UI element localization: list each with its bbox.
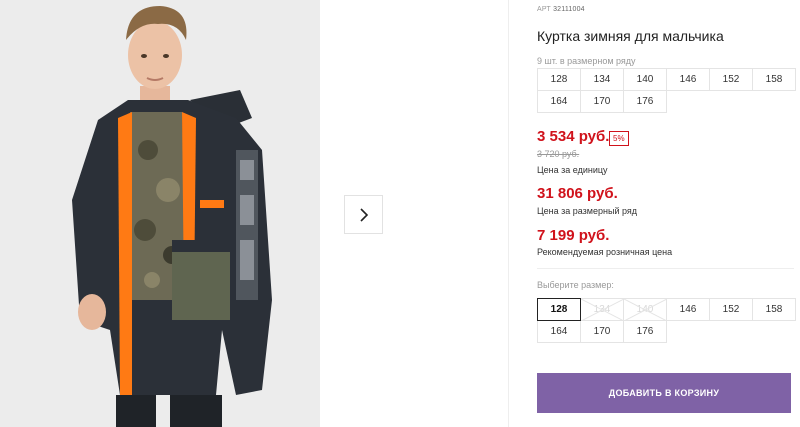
size-option[interactable]: 164 <box>537 320 581 343</box>
size-option[interactable]: 146 <box>666 298 710 321</box>
size-row-cell: 140 <box>623 68 667 91</box>
size-row-cell: 146 <box>666 68 710 91</box>
divider <box>537 268 794 269</box>
size-option[interactable]: 176 <box>623 320 667 343</box>
add-to-cart-button[interactable]: ДОБАВИТЬ В КОРЗИНУ <box>537 373 791 413</box>
size-row-cell: 164 <box>537 90 581 113</box>
article-number: АРТ 32111004 <box>537 6 585 13</box>
panel-divider <box>508 0 509 427</box>
size-picker-label: Выберите размер: <box>537 280 614 290</box>
unit-price: 3 534 руб. <box>537 128 610 145</box>
size-option-selected[interactable]: 128 <box>537 298 581 321</box>
cross-out-mark <box>581 299 624 321</box>
article-value: 32111004 <box>553 6 585 13</box>
discount-badge: 5% <box>609 131 629 146</box>
article-label: АРТ <box>537 6 551 13</box>
cross-out-mark <box>624 299 667 321</box>
product-title: Куртка зимняя для мальчика <box>537 28 724 44</box>
row-price: 31 806 руб. <box>537 185 618 202</box>
size-row-cell: 128 <box>537 68 581 91</box>
old-price: 3 720 руб. <box>537 149 580 159</box>
gallery-next-button[interactable] <box>344 195 383 234</box>
product-photo-illustration <box>0 0 320 427</box>
size-row-cell: 170 <box>580 90 624 113</box>
size-row-cell: 158 <box>752 68 796 91</box>
size-option-unavailable: 134 <box>580 298 624 321</box>
size-picker: 128 134 140 146 152 158 164 170 176 <box>537 298 796 343</box>
size-row-cell: 152 <box>709 68 753 91</box>
retail-price: 7 199 руб. <box>537 227 610 244</box>
chevron-right-icon <box>359 207 368 222</box>
retail-price-caption: Рекомендуемая розничная цена <box>537 247 673 257</box>
unit-price-caption: Цена за единицу <box>537 165 608 175</box>
product-photo <box>0 0 320 427</box>
size-option[interactable]: 158 <box>752 298 796 321</box>
size-option[interactable]: 170 <box>580 320 624 343</box>
size-option[interactable]: 152 <box>709 298 753 321</box>
size-row-table: 128 134 140 146 152 158 164 170 176 <box>537 68 796 113</box>
size-option-unavailable: 140 <box>623 298 667 321</box>
size-row-cell: 176 <box>623 90 667 113</box>
size-row-cell: 134 <box>580 68 624 91</box>
size-row-count: 9 шт. в размерном ряду <box>537 56 636 66</box>
row-price-caption: Цена за размерный ряд <box>537 206 638 216</box>
